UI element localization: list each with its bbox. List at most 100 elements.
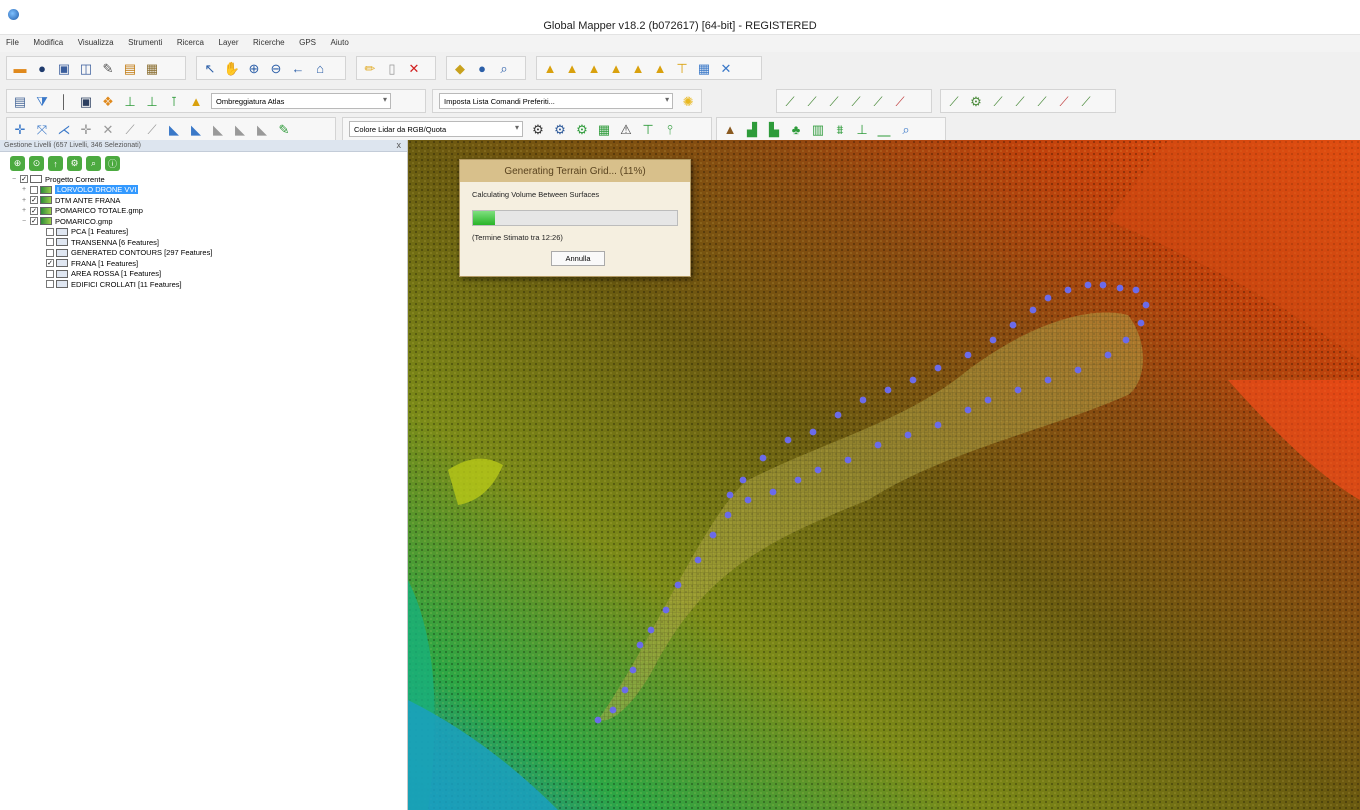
polygon-vertex[interactable]	[1099, 281, 1107, 289]
layer-label[interactable]: LORVOLO DRONE VVI	[55, 185, 139, 195]
layer-label[interactable]: POMARICO.gmp	[55, 217, 113, 226]
profile-icon[interactable]: ✕	[716, 58, 736, 78]
polygon-vertex[interactable]	[1137, 319, 1145, 327]
elevation-icon-1[interactable]: ⊥	[120, 91, 140, 111]
layer-row[interactable]: PCA [1 Features]	[12, 227, 407, 238]
layer-checkbox[interactable]	[46, 227, 54, 236]
polygon-vertex[interactable]	[1044, 376, 1052, 384]
layer-label[interactable]: GENERATED CONTOURS [297 Features]	[71, 248, 212, 257]
layer-label[interactable]: DTM ANTE FRANA	[55, 196, 120, 205]
polygon-vertex[interactable]	[1122, 336, 1130, 344]
polygon-vertex[interactable]	[844, 456, 852, 464]
polygon-vertex[interactable]	[1014, 386, 1022, 394]
info-icon[interactable]: ●	[472, 58, 492, 78]
measure-icon-1[interactable]: ⟋	[780, 91, 800, 111]
layer-row[interactable]: AREA ROSSA [1 Features]	[12, 269, 407, 280]
polygon-vertex[interactable]	[934, 421, 942, 429]
polygon-vertex[interactable]	[739, 476, 747, 484]
menu-strumenti[interactable]: Strumenti	[122, 35, 168, 47]
tools-icon[interactable]: ✎	[98, 58, 118, 78]
menu-ricerca[interactable]: Ricerca	[171, 35, 210, 47]
layer-label[interactable]: TRANSENNA [6 Features]	[71, 238, 159, 247]
polygon-vertex[interactable]	[1044, 294, 1052, 302]
polygon-vertex[interactable]	[674, 581, 682, 589]
shape-icon-5[interactable]: ◣	[252, 119, 272, 139]
lidar-tool-icon-4[interactable]: ⟋	[1010, 91, 1030, 111]
layer-search-icon[interactable]: ⌕	[86, 156, 101, 171]
polygon-vertex[interactable]	[1074, 366, 1082, 374]
warning-icon[interactable]: ⚠	[616, 119, 636, 139]
lidar-color-select[interactable]: Colore Lidar da RGB/Quota ▾	[349, 121, 523, 137]
polygon-vertex[interactable]	[694, 556, 702, 564]
tree-icon[interactable]: ⊤	[638, 119, 658, 139]
terrain-classify-icon[interactable]: ⫯	[660, 119, 680, 139]
menu-gps[interactable]: GPS	[293, 35, 322, 47]
layer-checkbox[interactable]: ✓	[30, 196, 38, 205]
polygon-vertex[interactable]	[794, 476, 802, 484]
polygon-vertex[interactable]	[909, 376, 917, 384]
layers-icon[interactable]: ▣	[76, 91, 96, 111]
layer-row[interactable]: − ✓ POMARICO.gmp	[12, 216, 407, 227]
zoom-out-icon[interactable]: ⊖	[266, 58, 286, 78]
save-icon[interactable]: ▣	[54, 58, 74, 78]
polygon-vertex[interactable]	[744, 496, 752, 504]
cloud-icon[interactable]: ▦	[594, 119, 614, 139]
expand-icon[interactable]: +	[22, 207, 30, 214]
terrain-icon-1[interactable]: ▲	[540, 58, 560, 78]
tree-icon-2[interactable]: ♣	[786, 119, 806, 139]
search-icon[interactable]: ⌕	[494, 58, 514, 78]
polygon-vertex[interactable]	[784, 436, 792, 444]
layer-checkbox[interactable]: ✓	[30, 217, 38, 226]
lidar-tool-icon-6[interactable]: ⟋	[1054, 91, 1074, 111]
terrain-icon-2[interactable]: ▲	[562, 58, 582, 78]
layer-metadata-icon[interactable]: ⓘ	[105, 156, 120, 171]
back-arrow-icon[interactable]: ←	[288, 58, 308, 78]
export-icon[interactable]: ◫	[76, 58, 96, 78]
layer-row[interactable]: − ✓ Progetto Corrente	[12, 174, 407, 185]
shape-icon-2[interactable]: ◣	[186, 119, 206, 139]
polygon-vertex[interactable]	[726, 491, 734, 499]
measure-icon-5[interactable]: ⟋	[868, 91, 888, 111]
structure-icon[interactable]: ▥	[808, 119, 828, 139]
layer-label[interactable]: Progetto Corrente	[45, 175, 105, 184]
menu-file[interactable]: File	[0, 35, 25, 47]
layer-checkbox[interactable]: ✓	[20, 175, 28, 184]
polygon-vertex[interactable]	[964, 351, 972, 359]
layer-label[interactable]: PCA [1 Features]	[71, 227, 128, 236]
polygon-vertex[interactable]	[647, 626, 655, 634]
layer-row[interactable]: + ✓ DTM ANTE FRANA	[12, 195, 407, 206]
vertex-icon[interactable]: ⤧	[32, 119, 52, 139]
layer-checkbox[interactable]: ✓	[30, 206, 38, 215]
split-icon[interactable]: ⋌	[54, 119, 74, 139]
collapse-icon[interactable]: −	[22, 218, 30, 225]
line-icon[interactable]: ✕	[98, 119, 118, 139]
measure-icon-2[interactable]: ⟋	[802, 91, 822, 111]
gear-icon-1[interactable]: ⚙	[528, 119, 548, 139]
layer-label[interactable]: AREA ROSSA [1 Features]	[71, 269, 161, 278]
polygon-vertex[interactable]	[594, 716, 602, 724]
polygon-vertex[interactable]	[709, 531, 717, 539]
close-icon[interactable]: x	[397, 140, 402, 150]
measure-icon-6[interactable]: ⟋	[890, 91, 910, 111]
layer-checkbox[interactable]	[30, 185, 38, 194]
building-icon-2[interactable]: ▙	[764, 119, 784, 139]
lidar-tool-icon-7[interactable]: ⟋	[1076, 91, 1096, 111]
layer-options-icon[interactable]: ⚙	[67, 156, 82, 171]
polygon-vertex[interactable]	[884, 386, 892, 394]
polygon-vertex[interactable]	[1064, 286, 1072, 294]
mountain-icon[interactable]: ▲	[720, 119, 740, 139]
layer-row[interactable]: GENERATED CONTOURS [297 Features]	[12, 248, 407, 259]
star-icon[interactable]: ✺	[678, 91, 698, 111]
polygon-vertex[interactable]	[1104, 351, 1112, 359]
polygon-vertex[interactable]	[662, 606, 670, 614]
polygon-vertex[interactable]	[874, 441, 882, 449]
terrain-icon-4[interactable]: ▲	[606, 58, 626, 78]
grid-icon[interactable]: ▦	[694, 58, 714, 78]
polygon-vertex[interactable]	[609, 706, 617, 714]
digitizer-icon[interactable]: ✏	[360, 58, 380, 78]
layer-label[interactable]: FRANA [1 Features]	[71, 259, 138, 268]
polygon-vertex[interactable]	[769, 488, 777, 496]
polygon-vertex[interactable]	[809, 428, 817, 436]
layer-label[interactable]: EDIFICI CROLLATI [11 Features]	[71, 280, 182, 289]
ground-icon[interactable]: ⎽	[874, 119, 894, 139]
